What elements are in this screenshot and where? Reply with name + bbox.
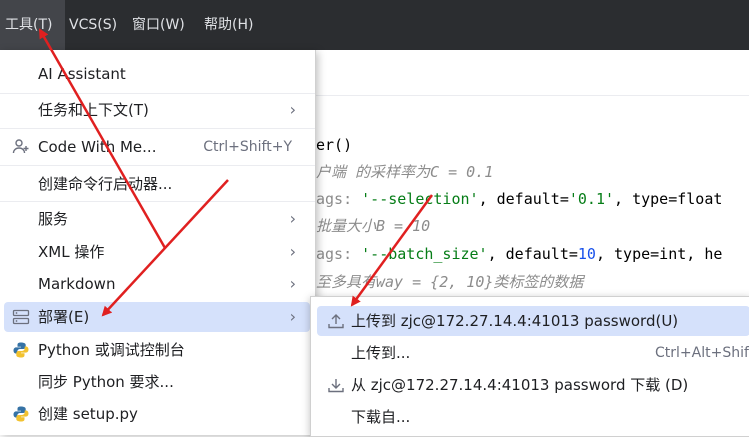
chevron-right-icon: › (289, 307, 296, 326)
menu-item-label: AI Assistant (38, 65, 126, 83)
menu-item-label: XML 操作 (38, 243, 105, 261)
menu-separator (0, 93, 315, 94)
menu-help[interactable]: 帮助(H) (204, 0, 253, 50)
submenu-item-download-from[interactable]: 下载自... (317, 402, 749, 432)
menu-separator (0, 128, 315, 129)
menu-item-label: Python 或调试控制台 (38, 341, 185, 359)
submenu-item-label: 下载自... (351, 408, 411, 426)
menu-item-python-console[interactable]: Python 或调试控制台 (4, 335, 310, 365)
chevron-right-icon: › (289, 274, 296, 293)
deployment-submenu: 上传到 zjc@172.27.14.4:41013 password(U) 上传… (310, 296, 749, 437)
menu-item-label: 同步 Python 要求... (38, 373, 174, 391)
menu-item-services[interactable]: 服务 › (4, 204, 310, 234)
code-line-1: er() (316, 136, 353, 154)
menu-item-xml-actions[interactable]: XML 操作 › (4, 237, 310, 267)
menu-bar: 工具(T) VCS(S) 窗口(W) 帮助(H) (0, 0, 749, 50)
download-icon (327, 376, 345, 394)
submenu-item-upload-to-server[interactable]: 上传到 zjc@172.27.14.4:41013 password(U) (317, 306, 749, 336)
menu-vcs[interactable]: VCS(S) (69, 0, 117, 50)
upload-icon (327, 312, 345, 330)
code-comment-3: 至多具有way = {2, 10}类标签的数据 (316, 273, 584, 291)
menu-item-label: 服务 (38, 210, 69, 228)
menu-separator (0, 165, 315, 166)
code-comment-2: 批量大小B = 10 (316, 217, 431, 235)
menu-item-label: 创建 setup.py (38, 405, 138, 423)
menu-item-ai-assistant[interactable]: AI Assistant (4, 59, 310, 89)
chevron-right-icon: › (289, 100, 296, 119)
menu-separator (0, 201, 315, 202)
submenu-item-label: 上传到 zjc@172.27.14.4:41013 password(U) (351, 312, 679, 330)
chevron-right-icon: › (289, 242, 296, 261)
chevron-right-icon: › (289, 209, 296, 228)
menu-item-label: 创建命令行启动器... (38, 175, 173, 193)
user-add-icon (12, 138, 30, 156)
menu-item-markdown[interactable]: Markdown › (4, 269, 310, 299)
code-comment-1: 户端 的采样率为C = 0.1 (316, 163, 494, 181)
menu-item-label: Code With Me... (38, 138, 157, 156)
submenu-item-label: 上传到... (351, 344, 411, 362)
code-line-5: ags: '--batch_size', default=10, type=in… (316, 245, 723, 263)
tools-menu: AI Assistant 任务和上下文(T) › Code With Me...… (0, 50, 316, 435)
python-icon (12, 341, 30, 359)
menu-item-create-setup[interactable]: 创建 setup.py (4, 399, 310, 429)
submenu-item-upload-to[interactable]: 上传到... Ctrl+Alt+Shift (317, 338, 749, 368)
menu-item-sync-requirements[interactable]: 同步 Python 要求... (4, 367, 310, 397)
shortcut-label: Ctrl+Alt+Shift (655, 345, 749, 361)
code-line-3: ags: '--selection', default='0.1', type=… (316, 190, 723, 208)
menu-item-code-with-me[interactable]: Code With Me... Ctrl+Shift+Y (4, 132, 310, 162)
submenu-item-download-from-server[interactable]: 从 zjc@172.27.14.4:41013 password 下载 (D) (317, 370, 749, 400)
menu-item-label: Markdown (38, 275, 116, 293)
menu-item-label: 任务和上下文(T) (38, 101, 149, 119)
menu-item-label: 部署(E) (38, 308, 90, 326)
server-icon (12, 308, 30, 326)
python-icon (12, 405, 30, 423)
menu-item-tasks-context[interactable]: 任务和上下文(T) › (4, 95, 310, 125)
menu-item-deployment[interactable]: 部署(E) › (4, 302, 310, 332)
menu-tools[interactable]: 工具(T) (0, 0, 65, 50)
menu-item-create-launcher[interactable]: 创建命令行启动器... (4, 169, 310, 199)
shortcut-label: Ctrl+Shift+Y (203, 139, 292, 155)
menu-window[interactable]: 窗口(W) (132, 0, 185, 50)
submenu-item-label: 从 zjc@172.27.14.4:41013 password 下载 (D) (351, 376, 689, 394)
